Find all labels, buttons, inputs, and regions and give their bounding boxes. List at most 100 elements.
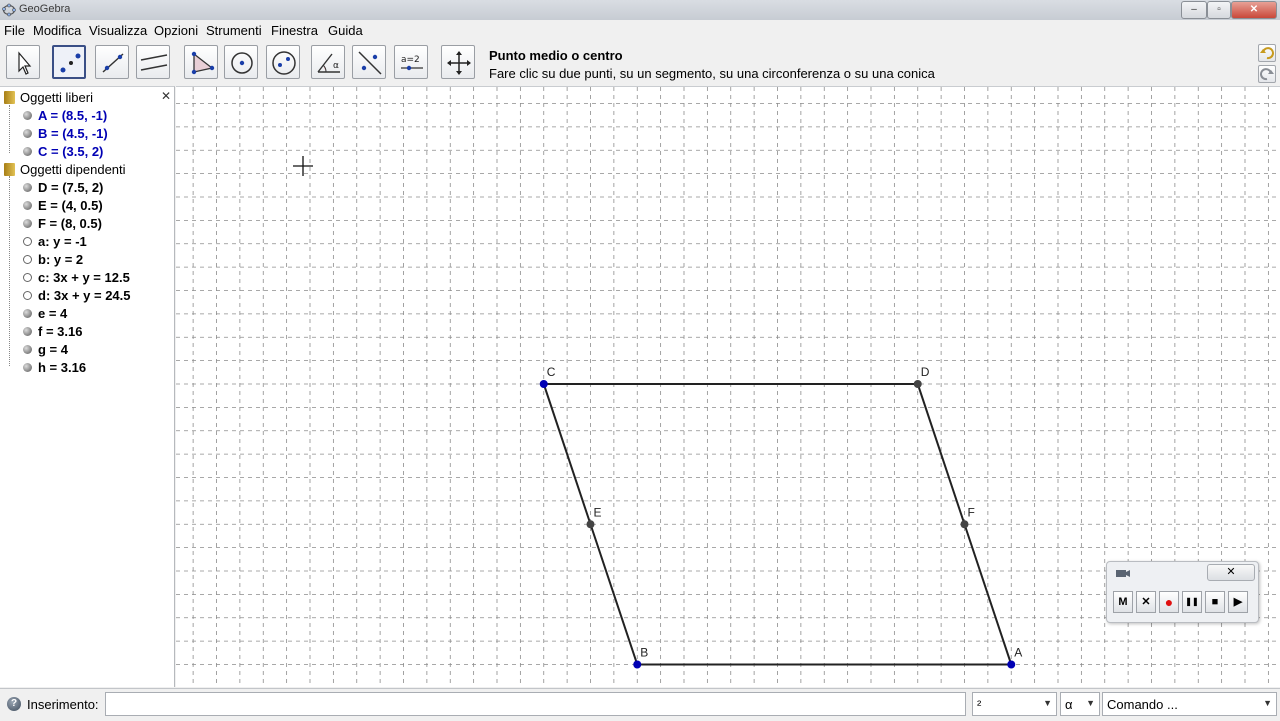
recorder-cancel-button[interactable]: ✕: [1136, 591, 1156, 613]
points: A B C D E F: [539, 365, 1022, 669]
menu-opzioni[interactable]: Opzioni: [154, 23, 198, 38]
move-arrows-icon: [447, 51, 471, 75]
input-field[interactable]: [105, 692, 966, 716]
recorder-pause-button[interactable]: ❚❚: [1182, 591, 1202, 613]
point-E[interactable]: [586, 520, 595, 529]
algebra-view: ✕ Oggetti liberi A = (8.5, -1) B = (4.5,…: [0, 86, 175, 687]
algebra-item-c[interactable]: c: 3x + y = 12.5: [23, 270, 130, 285]
menu-visualizza[interactable]: Visualizza: [89, 23, 147, 38]
algebra-item-text: E = (4, 0.5): [38, 198, 103, 213]
visibility-dot-icon[interactable]: [23, 345, 32, 354]
visibility-dot-icon[interactable]: [23, 273, 32, 282]
minimize-button[interactable]: –: [1181, 1, 1207, 19]
algebra-item-C[interactable]: C = (3.5, 2): [23, 144, 103, 159]
slider-icon: a=2: [401, 55, 423, 71]
recorder-record-button[interactable]: ●: [1159, 591, 1179, 613]
recorder-stop-button[interactable]: ■: [1205, 591, 1225, 613]
algebra-item-e[interactable]: e = 4: [23, 306, 67, 321]
exponent-combo-value: ²: [977, 697, 982, 712]
title-bar: GeoGebra – ▫ ✕: [0, 0, 1280, 21]
ellipse-icon: [272, 51, 296, 75]
visibility-dot-icon[interactable]: [23, 219, 32, 228]
menu-modifica[interactable]: Modifica: [33, 23, 81, 38]
triangle-icon: [191, 51, 215, 75]
folder-icon: [4, 91, 15, 104]
screen-recorder-widget[interactable]: ✕ M ✕ ● ❚❚ ■ ▶: [1106, 561, 1259, 623]
exponent-combo[interactable]: ² ▼: [972, 692, 1057, 716]
menu-file[interactable]: File: [4, 23, 25, 38]
greek-symbol-combo-value: α: [1065, 697, 1073, 712]
algebra-item-text: h = 3.16: [38, 360, 87, 375]
menu-finestra[interactable]: Finestra: [271, 23, 318, 38]
camera-icon: [1116, 570, 1130, 577]
close-window-button[interactable]: ✕: [1231, 1, 1277, 19]
help-icon[interactable]: ?: [7, 697, 21, 711]
recorder-close-button[interactable]: ✕: [1207, 564, 1255, 581]
tree-line: [9, 176, 10, 366]
menu-strumenti[interactable]: Strumenti: [206, 23, 262, 38]
folder-free-objects[interactable]: Oggetti liberi: [4, 90, 93, 105]
angle-tool-button[interactable]: α: [311, 45, 345, 79]
folder-dependent-objects[interactable]: Oggetti dipendenti: [4, 162, 126, 177]
conic-tool-button[interactable]: [266, 45, 300, 79]
algebra-item-F[interactable]: F = (8, 0.5): [23, 216, 102, 231]
visibility-dot-icon[interactable]: [23, 147, 32, 156]
point-B[interactable]: [633, 660, 642, 669]
circle-tool-button[interactable]: [224, 45, 258, 79]
greek-symbol-combo[interactable]: α ▼: [1060, 692, 1100, 716]
menu-guida[interactable]: Guida: [328, 23, 363, 38]
point-F[interactable]: [960, 520, 969, 529]
algebra-item-f[interactable]: f = 3.16: [23, 324, 82, 339]
algebra-item-text: d: 3x + y = 24.5: [38, 288, 131, 303]
undo-icon: [1260, 47, 1274, 60]
visibility-dot-icon[interactable]: [23, 237, 32, 246]
algebra-item-D[interactable]: D = (7.5, 2): [23, 180, 103, 195]
window-title: GeoGebra: [19, 3, 71, 15]
algebra-item-text: B = (4.5, -1): [38, 126, 108, 141]
visibility-dot-icon[interactable]: [23, 363, 32, 372]
redo-button[interactable]: [1258, 65, 1276, 83]
visibility-dot-icon[interactable]: [23, 201, 32, 210]
slider-tool-button[interactable]: a=2: [394, 45, 428, 79]
point-D[interactable]: [913, 380, 922, 388]
reflect-icon: [358, 51, 382, 75]
point-A[interactable]: [1007, 660, 1016, 669]
parallel-lines-icon: [140, 54, 168, 71]
algebra-item-B[interactable]: B = (4.5, -1): [23, 126, 108, 141]
close-algebra-view-button[interactable]: ✕: [161, 89, 171, 103]
visibility-dot-icon[interactable]: [23, 255, 32, 264]
undo-button[interactable]: [1258, 44, 1276, 62]
visibility-dot-icon[interactable]: [23, 111, 32, 120]
line-icon: [102, 53, 124, 73]
algebra-item-h[interactable]: h = 3.16: [23, 360, 86, 375]
points-icon: [60, 53, 81, 73]
move-tool-button[interactable]: [6, 45, 40, 79]
circle-center-icon: [231, 52, 253, 74]
algebra-item-E[interactable]: E = (4, 0.5): [23, 198, 103, 213]
point-C[interactable]: [539, 380, 548, 388]
visibility-dot-icon[interactable]: [23, 183, 32, 192]
polygon-tool-button[interactable]: [184, 45, 218, 79]
algebra-item-a[interactable]: a: y = -1: [23, 234, 87, 249]
folder-label: Oggetti liberi: [20, 90, 93, 105]
point-tool-button[interactable]: [52, 45, 86, 79]
tool-help-title: Punto medio o centro: [489, 48, 623, 63]
folder-label: Oggetti dipendenti: [20, 162, 126, 177]
move-view-tool-button[interactable]: [441, 45, 475, 79]
visibility-dot-icon[interactable]: [23, 309, 32, 318]
parallel-tool-button[interactable]: [136, 45, 170, 79]
recorder-menu-button[interactable]: M: [1113, 591, 1133, 613]
algebra-item-b[interactable]: b: y = 2: [23, 252, 83, 267]
algebra-item-d[interactable]: d: 3x + y = 24.5: [23, 288, 131, 303]
line-tool-button[interactable]: [95, 45, 129, 79]
visibility-dot-icon[interactable]: [23, 129, 32, 138]
algebra-item-g[interactable]: g = 4: [23, 342, 68, 357]
tree-line: [9, 105, 10, 153]
command-combo[interactable]: Comando ... ▼: [1102, 692, 1277, 716]
visibility-dot-icon[interactable]: [23, 327, 32, 336]
visibility-dot-icon[interactable]: [23, 291, 32, 300]
algebra-item-A[interactable]: A = (8.5, -1): [23, 108, 107, 123]
reflect-tool-button[interactable]: [352, 45, 386, 79]
maximize-button[interactable]: ▫: [1207, 1, 1231, 19]
recorder-play-button[interactable]: ▶: [1228, 591, 1248, 613]
